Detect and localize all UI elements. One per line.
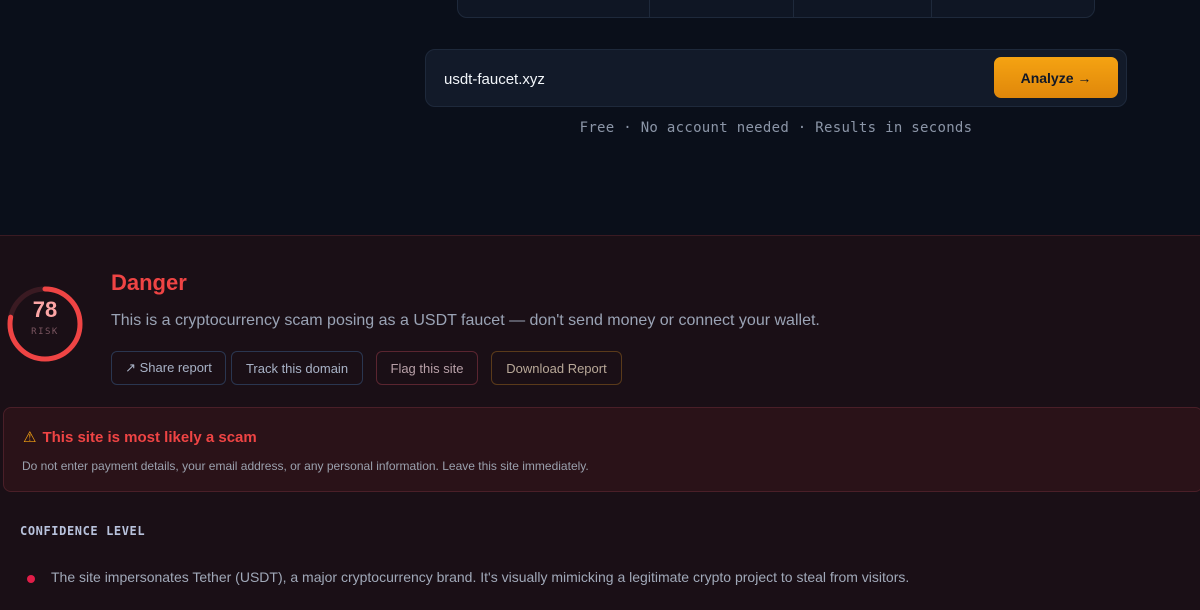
stats-bar	[457, 0, 1095, 18]
alert-title: ⚠ This site is most likely a scam	[23, 428, 257, 446]
alert-title-text: This site is most likely a scam	[42, 429, 257, 446]
flag-site-button[interactable]: Flag this site	[376, 351, 478, 385]
download-report-button[interactable]: Download Report	[491, 351, 622, 385]
bullet-dot-icon	[27, 575, 35, 583]
analyze-button[interactable]: Analyze →	[994, 57, 1118, 98]
track-domain-button[interactable]: Track this domain	[231, 351, 363, 385]
verdict-title: Danger	[111, 270, 187, 295]
search-box: Analyze →	[425, 49, 1127, 107]
stats-divider	[793, 0, 794, 17]
risk-score-label: RISK	[31, 327, 59, 337]
warning-icon: ⚠	[23, 429, 37, 446]
risk-score: 78	[32, 297, 58, 322]
scam-alert: ⚠ This site is most likely a scam Do not …	[3, 407, 1200, 492]
list-item-text: The site impersonates Tether (USDT), a m…	[51, 569, 910, 585]
risk-gauge-ring	[7, 286, 83, 362]
domain-input[interactable]	[444, 64, 984, 94]
share-report-button[interactable]: ↗ Share report	[111, 351, 226, 385]
result-panel: 78 RISK Danger This is a cryptocurrency …	[0, 235, 1200, 610]
stats-divider	[931, 0, 932, 17]
stats-divider	[649, 0, 650, 17]
risk-gauge: 78 RISK	[5, 284, 85, 364]
tagline: Free · No account needed · Results in se…	[579, 120, 973, 136]
alert-text: Do not enter payment details, your email…	[22, 459, 589, 473]
search-section: Analyze → Free · No account needed · Res…	[0, 0, 1200, 235]
confidence-heading: CONFIDENCE LEVEL	[20, 524, 146, 538]
verdict-description: This is a cryptocurrency scam posing as …	[111, 312, 820, 329]
